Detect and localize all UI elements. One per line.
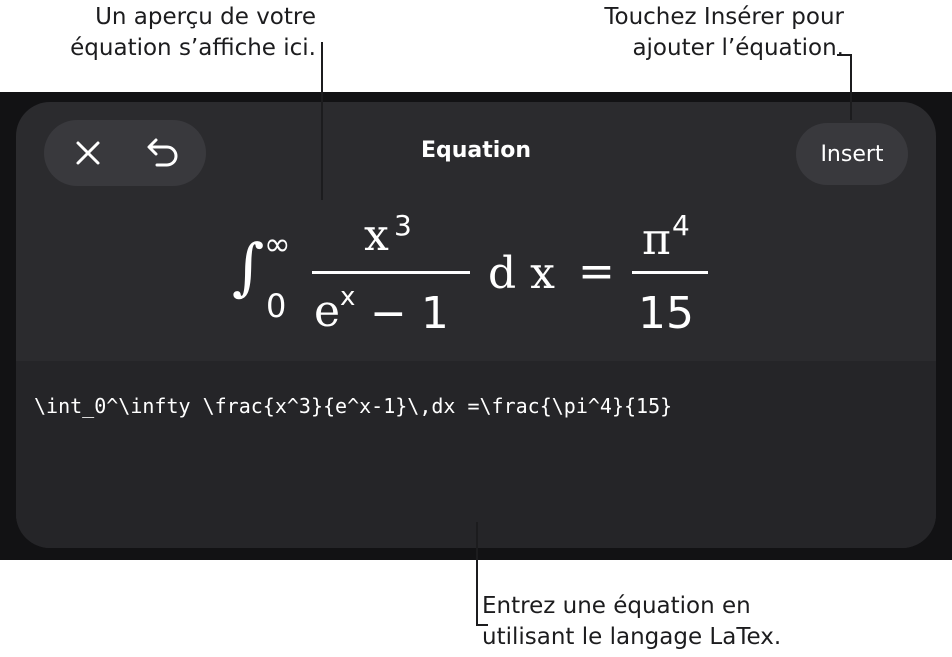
callout-line: Touchez Insérer pour (604, 4, 844, 30)
differential: d x (488, 248, 555, 299)
callout-insert-text: Touchez Insérer pour ajouter l’équation. (604, 2, 844, 64)
close-button[interactable] (60, 125, 116, 181)
close-icon (76, 141, 99, 165)
callout-line: utilisant le langage LaTex. (482, 624, 782, 650)
leader-line-insert (850, 54, 852, 120)
equation-preview: ∫ ∞ 0 x 3 e x − 1 d x = π 4 15 (16, 212, 936, 352)
fraction-denominator-base: e (314, 286, 341, 337)
toolbar-button-group (44, 120, 206, 186)
equals-sign: = (578, 246, 615, 297)
leader-line-latex (476, 522, 478, 626)
fraction-denominator-exponent: x (340, 282, 356, 312)
undo-icon (147, 138, 177, 167)
fraction-numerator-base: x (364, 210, 389, 261)
fraction-numerator-exponent: 3 (394, 209, 412, 242)
leader-line-latex-horizontal (476, 624, 488, 626)
rhs-numerator-exponent: 4 (672, 209, 690, 242)
undo-button[interactable] (135, 125, 191, 181)
rhs-fraction-bar (632, 271, 708, 274)
callout-preview-text: Un aperçu de votre équation s’affiche ic… (70, 2, 316, 64)
equation-panel: Equation Insert ∫ ∞ 0 x 3 e x − 1 d x = … (16, 102, 936, 548)
callout-line: ajouter l’équation. (632, 35, 844, 61)
rhs-denominator: 15 (638, 288, 694, 339)
rhs-numerator-base: π (642, 214, 671, 265)
leader-line-preview (321, 42, 323, 200)
latex-editor-area[interactable] (16, 361, 936, 548)
panel-title: Equation (420, 138, 532, 163)
fraction-denominator-rest: − 1 (370, 288, 449, 339)
callout-latex-text: Entrez une équation en utilisant le lang… (482, 591, 781, 653)
integral-lower-limit: 0 (266, 287, 287, 325)
callout-line: Entrez une équation en (482, 593, 751, 619)
callout-line: Un aperçu de votre (95, 4, 316, 30)
fraction-bar (312, 271, 470, 274)
latex-input-text[interactable]: \int_0^\infty \frac{x^3}{e^x-1}\,dx =\fr… (34, 394, 672, 418)
callout-line: équation s’affiche ici. (70, 35, 316, 61)
integral-sign: ∫ (232, 230, 265, 303)
integral-upper-limit: ∞ (264, 225, 291, 263)
insert-button[interactable]: Insert (796, 123, 908, 185)
